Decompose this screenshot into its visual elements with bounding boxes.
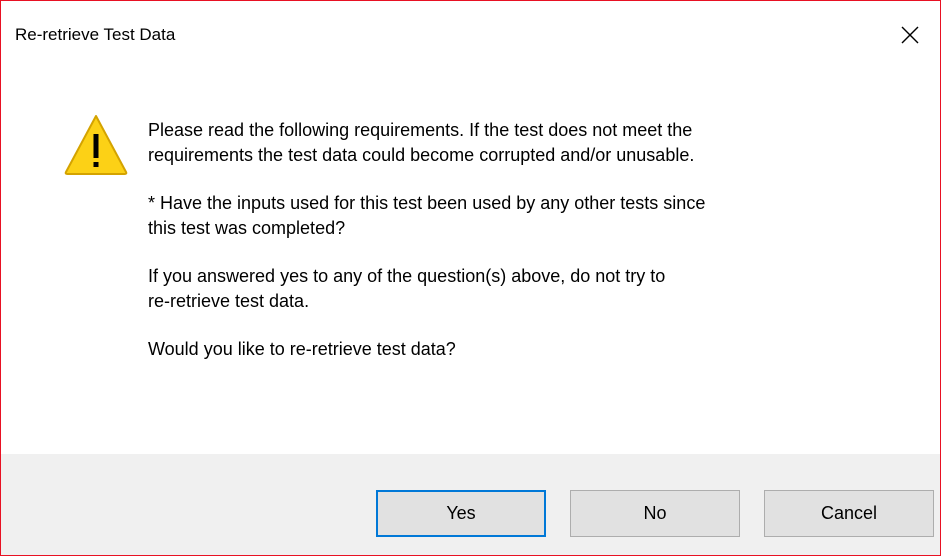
message-paragraph-warning: If you answered yes to any of the questi… [148,266,666,311]
message-paragraph-question: * Have the inputs used for this test bee… [148,193,706,238]
message-paragraph-prompt: Would you like to re-retrieve test data? [148,339,456,359]
message-dialog: Re-retrieve Test Data Please read the fo… [0,0,941,556]
message-paragraph-requirements: Please read the following requirements. … [148,120,695,165]
yes-button[interactable]: Yes [376,490,546,537]
message-text: Please read the following requirements. … [148,118,908,385]
no-button[interactable]: No [570,490,740,537]
close-icon [901,26,919,44]
cancel-button[interactable]: Cancel [764,490,934,537]
window-title: Re-retrieve Test Data [15,25,176,44]
close-button[interactable] [880,1,940,69]
warning-icon [64,115,128,175]
title-bar: Re-retrieve Test Data [1,1,940,69]
